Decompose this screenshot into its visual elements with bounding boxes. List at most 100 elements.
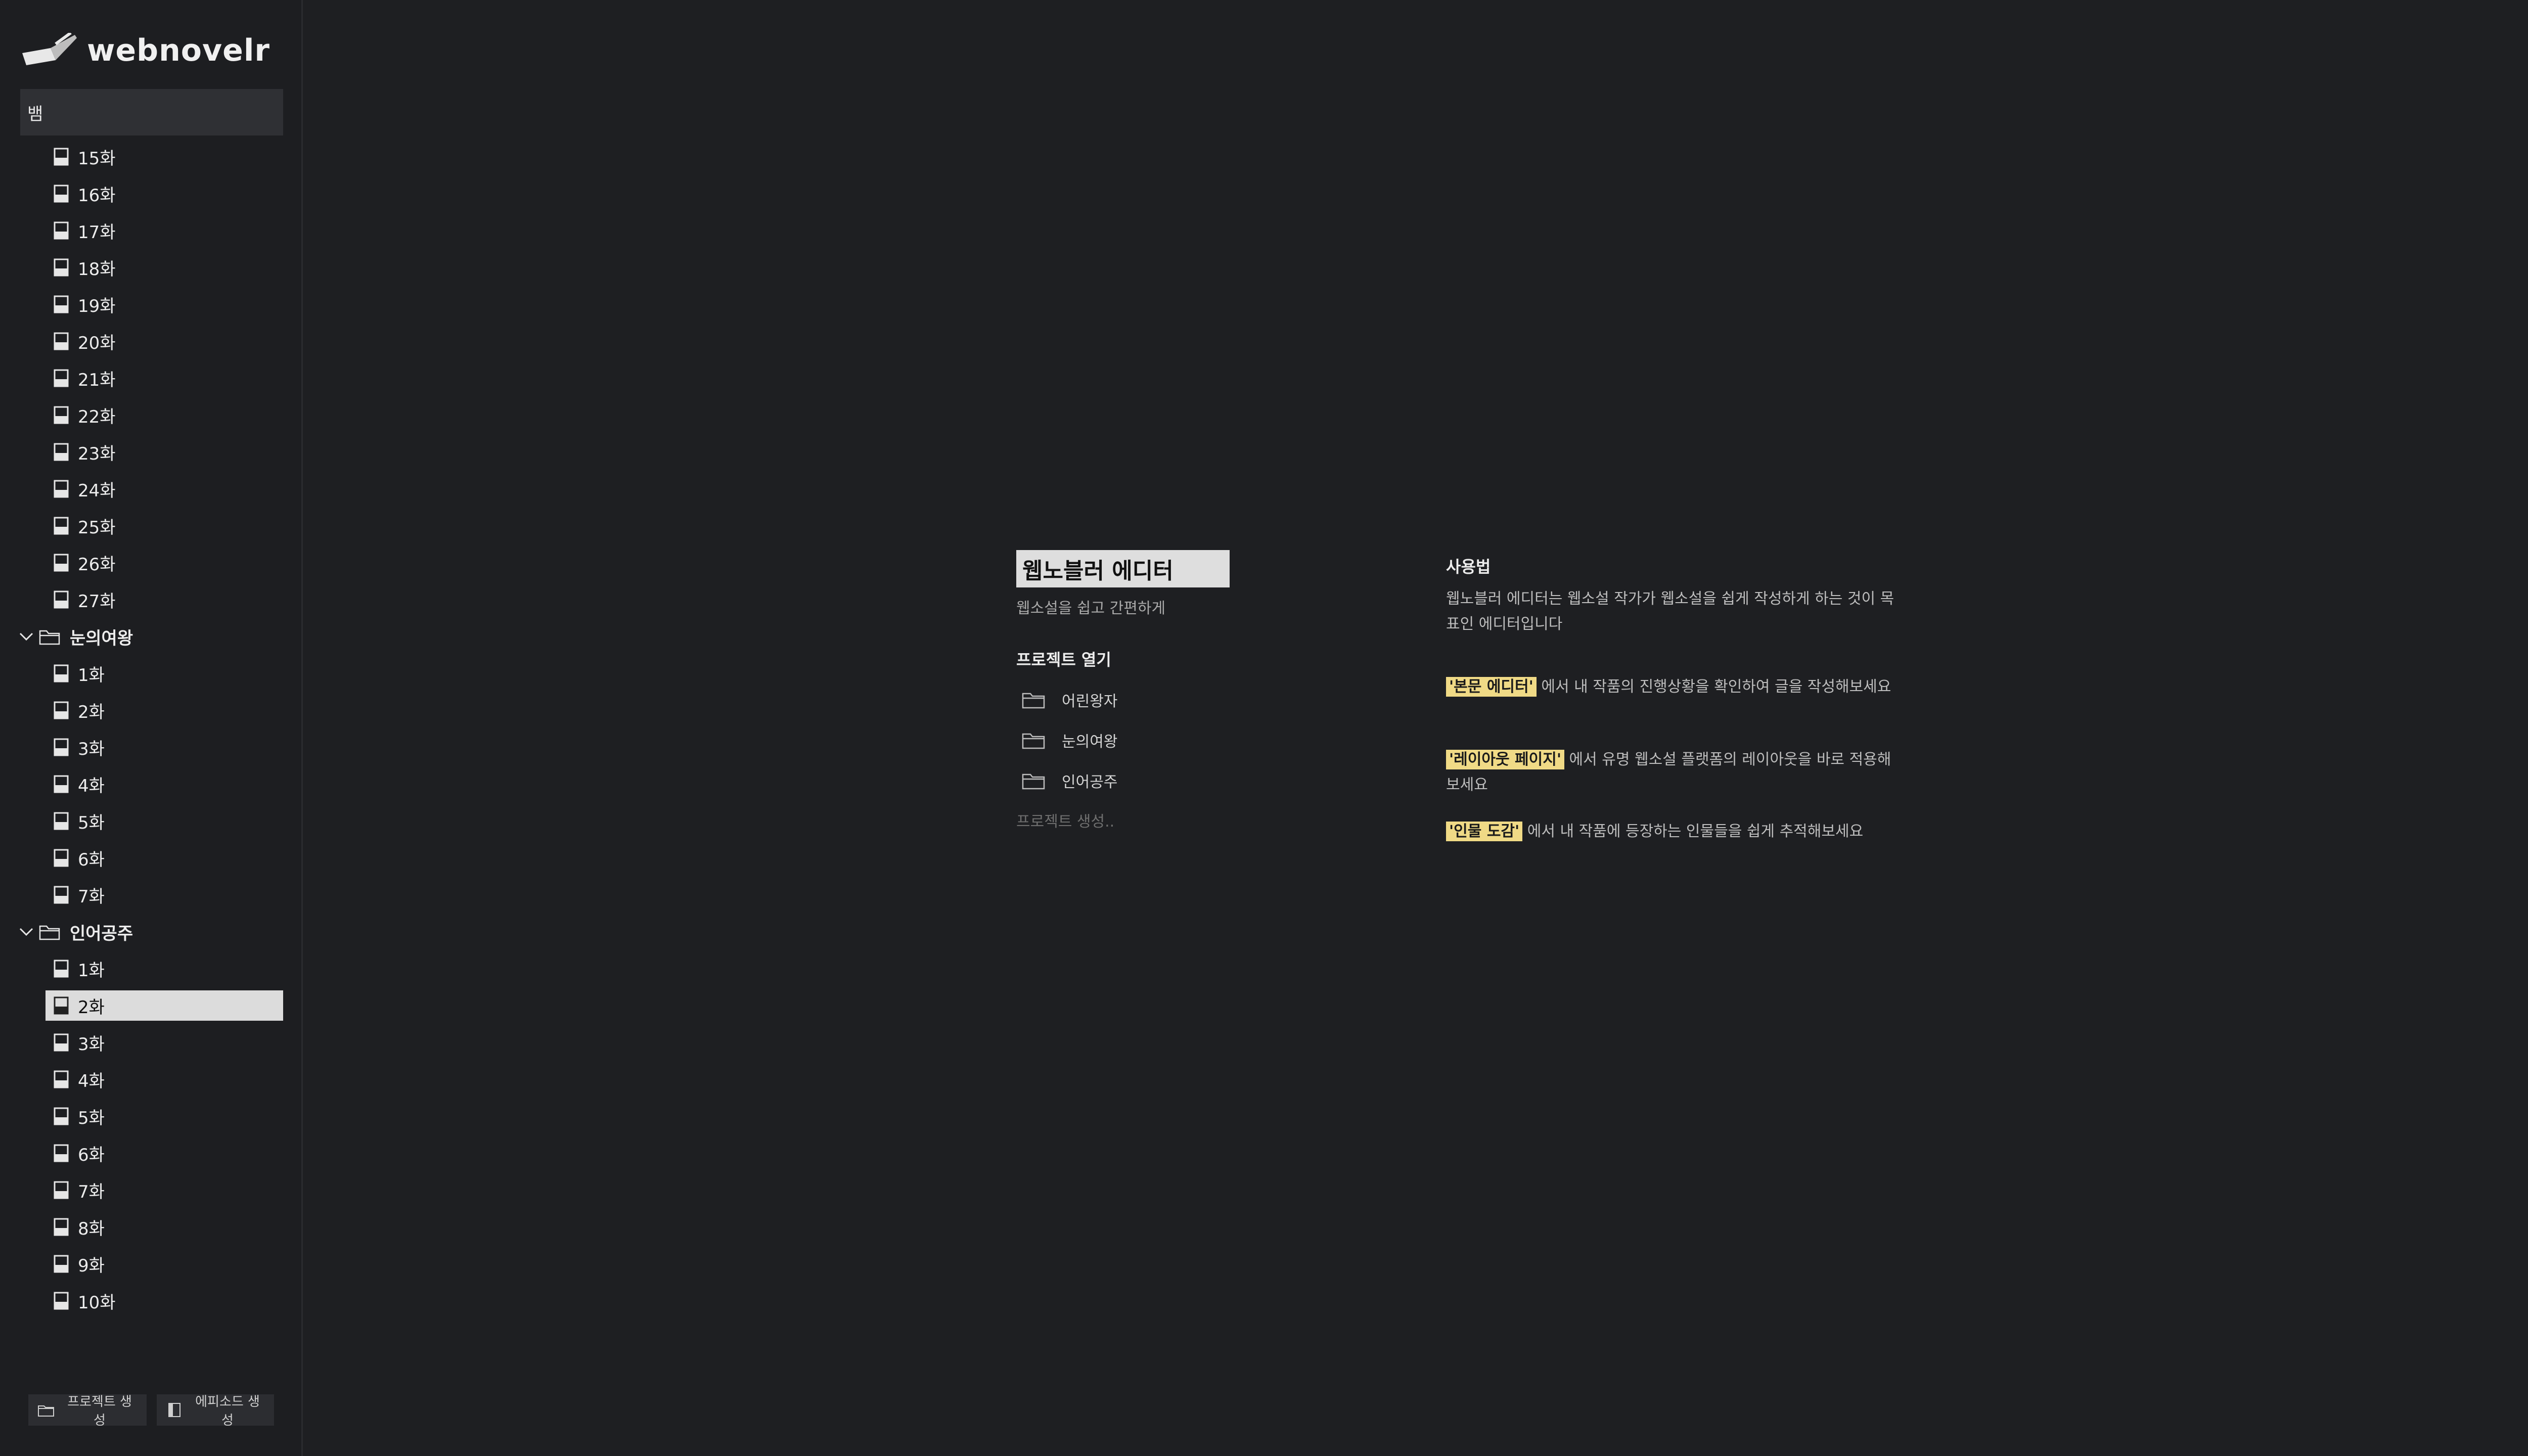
document-icon [54, 849, 69, 867]
document-icon [54, 1181, 69, 1199]
search-input[interactable] [20, 89, 283, 135]
episode-item[interactable]: 24화 [46, 474, 283, 504]
project-link-2[interactable]: 눈의여왕 [1021, 725, 1117, 755]
episode-item[interactable]: 2화 [46, 695, 283, 725]
episode-item[interactable]: 5화 [46, 1101, 283, 1131]
episode-label: 17화 [78, 222, 116, 243]
episode-label: 15화 [78, 148, 116, 169]
episode-item[interactable]: 18화 [46, 252, 283, 283]
folder-item[interactable]: 인어공주 [18, 917, 281, 947]
document-icon [54, 886, 69, 904]
episode-label: 25화 [78, 517, 116, 538]
project-link-3[interactable]: 인어공주 [1021, 765, 1117, 796]
episode-label: 6화 [78, 849, 105, 870]
episode-label: 5화 [78, 1108, 105, 1128]
document-icon [54, 738, 69, 756]
episode-item[interactable]: 6화 [46, 1138, 283, 1168]
episode-label: 27화 [78, 591, 116, 612]
episode-label: 9화 [78, 1255, 105, 1276]
episode-item[interactable]: 23화 [46, 437, 283, 467]
episode-item[interactable]: 25화 [46, 511, 283, 541]
episode-label: 6화 [78, 1145, 105, 1165]
folder-label: 눈의여왕 [70, 628, 133, 649]
episode-item[interactable]: 1화 [46, 953, 283, 984]
document-icon [54, 185, 69, 203]
episode-item[interactable]: 26화 [46, 548, 283, 578]
episode-item[interactable]: 17화 [46, 215, 283, 246]
episode-item[interactable]: 19화 [46, 289, 283, 320]
document-icon [54, 812, 69, 830]
episode-item[interactable]: 9화 [46, 1249, 283, 1279]
episode-label: 16화 [78, 185, 116, 206]
episode-item[interactable]: 27화 [46, 584, 283, 615]
tip-highlight: '인물 도감' [1446, 822, 1523, 841]
episode-label: 24화 [78, 480, 116, 501]
tip-text: 에서 내 작품의 진행상황을 확인하여 글을 작성해보세요 [1536, 678, 1891, 696]
episode-label: 4화 [78, 776, 105, 796]
document-icon [54, 1033, 69, 1052]
episode-label: 20화 [78, 333, 116, 353]
episode-item[interactable]: 3화 [46, 1027, 283, 1058]
document-icon [54, 1070, 69, 1088]
episode-item[interactable]: 7화 [46, 880, 283, 910]
episode-item[interactable]: 4화 [46, 1064, 283, 1095]
project-link-1[interactable]: 어린왕자 [1021, 685, 1117, 715]
episode-item[interactable]: 21화 [46, 363, 283, 393]
episode-item[interactable]: 3화 [46, 732, 283, 762]
folder-label: 인어공주 [70, 923, 133, 944]
document-icon [54, 1107, 69, 1125]
main-panel: 웹노블러 에디터 웹소설을 쉽고 간편하게 프로젝트 열기 어린왕자 눈의여왕 … [304, 0, 2528, 1456]
episode-item[interactable]: 7화 [46, 1175, 283, 1205]
document-icon [54, 996, 69, 1015]
episode-label: 2화 [78, 702, 105, 722]
tip-highlight: '본문 에디터' [1446, 677, 1537, 697]
document-icon [54, 295, 69, 313]
document-icon [54, 332, 69, 350]
episode-item[interactable]: 1화 [46, 658, 283, 689]
episode-label: 2화 [78, 997, 105, 1018]
usage-heading: 사용법 [1446, 557, 1491, 576]
new-project-button[interactable]: 프로젝트 생성 [28, 1394, 147, 1428]
project-name: 인어공주 [1062, 774, 1118, 791]
episode-item[interactable]: 16화 [46, 178, 283, 209]
episode-item[interactable]: 10화 [46, 1286, 283, 1316]
episode-item[interactable]: 8화 [46, 1212, 283, 1242]
episode-label: 21화 [78, 370, 116, 390]
document-icon [54, 148, 69, 166]
folder-icon [1022, 774, 1045, 790]
document-icon [54, 221, 69, 240]
episode-label: 26화 [78, 554, 116, 575]
episode-label: 7화 [78, 1181, 105, 1202]
episode-item[interactable]: 6화 [46, 843, 283, 873]
document-icon [54, 775, 69, 793]
usage-tip-1: '본문 에디터' 에서 내 작품의 진행상황을 확인하여 글을 작성해보세요 [1446, 674, 1901, 700]
app-logo[interactable]: webnovelr [20, 30, 270, 71]
project-name: 눈의여왕 [1062, 733, 1118, 751]
document-icon [54, 369, 69, 387]
episode-label: 18화 [78, 259, 116, 280]
episode-label: 3화 [78, 739, 105, 759]
episode-item[interactable]: 20화 [46, 326, 283, 356]
document-icon [54, 701, 69, 719]
episode-label: 19화 [78, 296, 116, 316]
episode-label: 4화 [78, 1071, 105, 1091]
document-icon [54, 443, 69, 461]
episode-label: 1화 [78, 960, 105, 981]
open-project-heading: 프로젝트 열기 [1016, 650, 1111, 669]
episode-item-selected[interactable]: 2화 [46, 990, 283, 1021]
episode-item[interactable]: 15화 [46, 142, 283, 172]
episode-label: 23화 [78, 443, 116, 464]
tip-highlight: '레이아웃 페이지' [1446, 750, 1565, 769]
episode-item[interactable]: 5화 [46, 806, 283, 836]
usage-intro: 웹노블러 에디터는 웹소설 작가가 웹소설을 쉽게 작성하게 하는 것이 목표인… [1446, 590, 1894, 633]
app-name: webnovelr [87, 33, 270, 68]
episode-label: 22화 [78, 406, 116, 427]
document-icon [54, 1255, 69, 1273]
folder-item[interactable]: 눈의여왕 [18, 621, 281, 652]
folder-icon [38, 1405, 54, 1417]
episode-item[interactable]: 4화 [46, 769, 283, 799]
new-episode-button[interactable]: 에피소드 생성 [157, 1394, 274, 1428]
episode-item[interactable]: 22화 [46, 400, 283, 430]
create-project-link[interactable]: 프로젝트 생성.. [1016, 809, 1114, 831]
folder-icon [39, 630, 60, 645]
